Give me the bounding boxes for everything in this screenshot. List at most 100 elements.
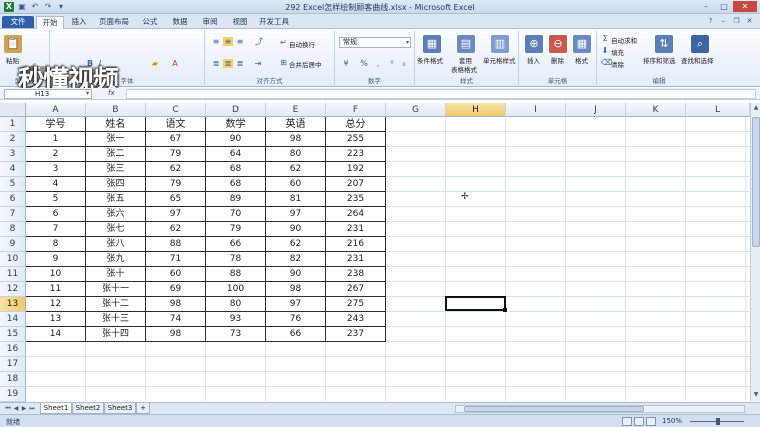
find-select-icon[interactable]: ⌕ xyxy=(691,35,709,53)
table-header-cell[interactable]: 语文 xyxy=(146,117,206,132)
table-cell[interactable]: 237 xyxy=(326,327,386,342)
active-cell-h13[interactable] xyxy=(445,296,506,311)
zoom-slider-knob[interactable] xyxy=(716,418,720,425)
table-cell[interactable]: 90 xyxy=(266,267,326,282)
clear-label[interactable]: 清除 xyxy=(611,59,624,69)
format-as-table-icon[interactable]: ▤ xyxy=(457,35,475,53)
close-workbook-icon[interactable]: ✕ xyxy=(745,17,754,26)
insert-cells-icon[interactable]: ⊕ xyxy=(525,35,543,53)
table-cell[interactable]: 14 xyxy=(26,327,86,342)
align-middle-icon[interactable]: ≡ xyxy=(223,37,233,46)
fill-handle[interactable] xyxy=(503,308,507,312)
last-sheet-icon[interactable]: ⏭ xyxy=(28,404,36,414)
column-header-e[interactable]: E xyxy=(266,103,326,117)
tab-insert[interactable]: 插入 xyxy=(66,16,92,28)
row-header-3[interactable]: 3 xyxy=(0,147,26,162)
table-cell[interactable]: 243 xyxy=(326,312,386,327)
table-cell[interactable]: 张三 xyxy=(86,162,146,177)
percent-icon[interactable]: % xyxy=(359,59,369,68)
formula-input[interactable] xyxy=(126,89,756,99)
column-header-a[interactable]: A xyxy=(26,103,86,117)
next-sheet-icon[interactable]: ▶ xyxy=(20,404,28,414)
fill-icon[interactable]: ⬇ xyxy=(601,46,609,55)
row-header-6[interactable]: 6 xyxy=(0,192,26,207)
minimize-ribbon-icon[interactable]: – xyxy=(719,17,728,26)
column-header-g[interactable]: G xyxy=(386,103,446,117)
table-header-cell[interactable]: 英语 xyxy=(266,117,326,132)
table-cell[interactable]: 231 xyxy=(326,252,386,267)
table-cell[interactable]: 68 xyxy=(206,162,266,177)
orientation-icon[interactable]: ⤴ xyxy=(253,37,265,46)
table-cell[interactable]: 3 xyxy=(26,162,86,177)
column-header-l[interactable]: L xyxy=(686,103,750,117)
table-cell[interactable]: 74 xyxy=(146,312,206,327)
table-cell[interactable]: 张五 xyxy=(86,192,146,207)
row-header-8[interactable]: 8 xyxy=(0,222,26,237)
table-cell[interactable]: 11 xyxy=(26,282,86,297)
page-break-view-icon[interactable] xyxy=(646,417,656,426)
table-cell[interactable]: 张十四 xyxy=(86,327,146,342)
vertical-scrollbar[interactable]: ▲ ▼ xyxy=(750,103,760,401)
format-cells-label[interactable]: 格式 xyxy=(575,55,588,65)
decrease-decimal-icon[interactable]: ₀ xyxy=(399,59,409,68)
table-cell[interactable]: 60 xyxy=(146,267,206,282)
paste-icon[interactable]: 📋 xyxy=(4,35,22,53)
column-header-b[interactable]: B xyxy=(86,103,146,117)
tab-formulas[interactable]: 公式 xyxy=(136,16,164,28)
table-cell[interactable]: 78 xyxy=(206,252,266,267)
table-cell[interactable]: 62 xyxy=(266,237,326,252)
table-cell[interactable]: 97 xyxy=(266,297,326,312)
table-cell[interactable]: 张十 xyxy=(86,267,146,282)
number-format-select[interactable]: 常规 ▾ xyxy=(339,37,411,48)
table-cell[interactable]: 90 xyxy=(206,132,266,147)
table-cell[interactable]: 67 xyxy=(146,132,206,147)
table-cell[interactable]: 60 xyxy=(266,177,326,192)
minimize-button[interactable]: – xyxy=(697,1,715,12)
merge-center-icon[interactable]: ⊞ xyxy=(279,58,288,67)
table-cell[interactable]: 264 xyxy=(326,207,386,222)
table-cell[interactable]: 12 xyxy=(26,297,86,312)
table-cell[interactable]: 张九 xyxy=(86,252,146,267)
tab-page-layout[interactable]: 页面布局 xyxy=(94,16,134,28)
row-header-18[interactable]: 18 xyxy=(0,372,26,387)
table-cell[interactable]: 73 xyxy=(206,327,266,342)
align-left-icon[interactable]: ≣ xyxy=(211,59,221,68)
table-cell[interactable]: 张六 xyxy=(86,207,146,222)
table-cell[interactable]: 79 xyxy=(206,222,266,237)
table-cell[interactable]: 90 xyxy=(266,222,326,237)
row-header-1[interactable]: 1 xyxy=(0,117,26,132)
table-cell[interactable]: 79 xyxy=(146,177,206,192)
table-cell[interactable]: 71 xyxy=(146,252,206,267)
currency-icon[interactable]: ¥ xyxy=(341,59,351,68)
comma-style-icon[interactable]: , xyxy=(373,59,383,68)
table-cell[interactable]: 张二 xyxy=(86,147,146,162)
table-cell[interactable]: 66 xyxy=(206,237,266,252)
tab-home[interactable]: 开始 xyxy=(36,16,64,29)
cell-styles-icon[interactable]: ▥ xyxy=(491,35,509,53)
horizontal-scroll-thumb[interactable] xyxy=(464,406,644,412)
table-cell[interactable]: 69 xyxy=(146,282,206,297)
row-header-2[interactable]: 2 xyxy=(0,132,26,147)
table-cell[interactable]: 81 xyxy=(266,192,326,207)
table-cell[interactable]: 207 xyxy=(326,177,386,192)
table-header-cell[interactable]: 学号 xyxy=(26,117,86,132)
table-cell[interactable]: 65 xyxy=(146,192,206,207)
table-cell[interactable]: 93 xyxy=(206,312,266,327)
horizontal-scrollbar[interactable] xyxy=(455,405,745,413)
scroll-up-icon[interactable]: ▲ xyxy=(751,103,760,113)
row-header-9[interactable]: 9 xyxy=(0,237,26,252)
table-cell[interactable]: 100 xyxy=(206,282,266,297)
row-header-15[interactable]: 15 xyxy=(0,327,26,342)
select-all-corner[interactable] xyxy=(0,103,26,117)
table-cell[interactable]: 9 xyxy=(26,252,86,267)
column-header-h[interactable]: H xyxy=(446,103,506,117)
align-top-icon[interactable]: ≡ xyxy=(211,37,221,46)
table-cell[interactable]: 235 xyxy=(326,192,386,207)
table-cell[interactable]: 267 xyxy=(326,282,386,297)
table-cell[interactable]: 张四 xyxy=(86,177,146,192)
row-header-16[interactable]: 16 xyxy=(0,342,26,357)
table-cell[interactable]: 64 xyxy=(206,147,266,162)
increase-decimal-icon[interactable]: ⁰ xyxy=(387,59,397,68)
row-header-19[interactable]: 19 xyxy=(0,387,26,402)
format-cells-icon[interactable]: ▦ xyxy=(573,35,591,53)
